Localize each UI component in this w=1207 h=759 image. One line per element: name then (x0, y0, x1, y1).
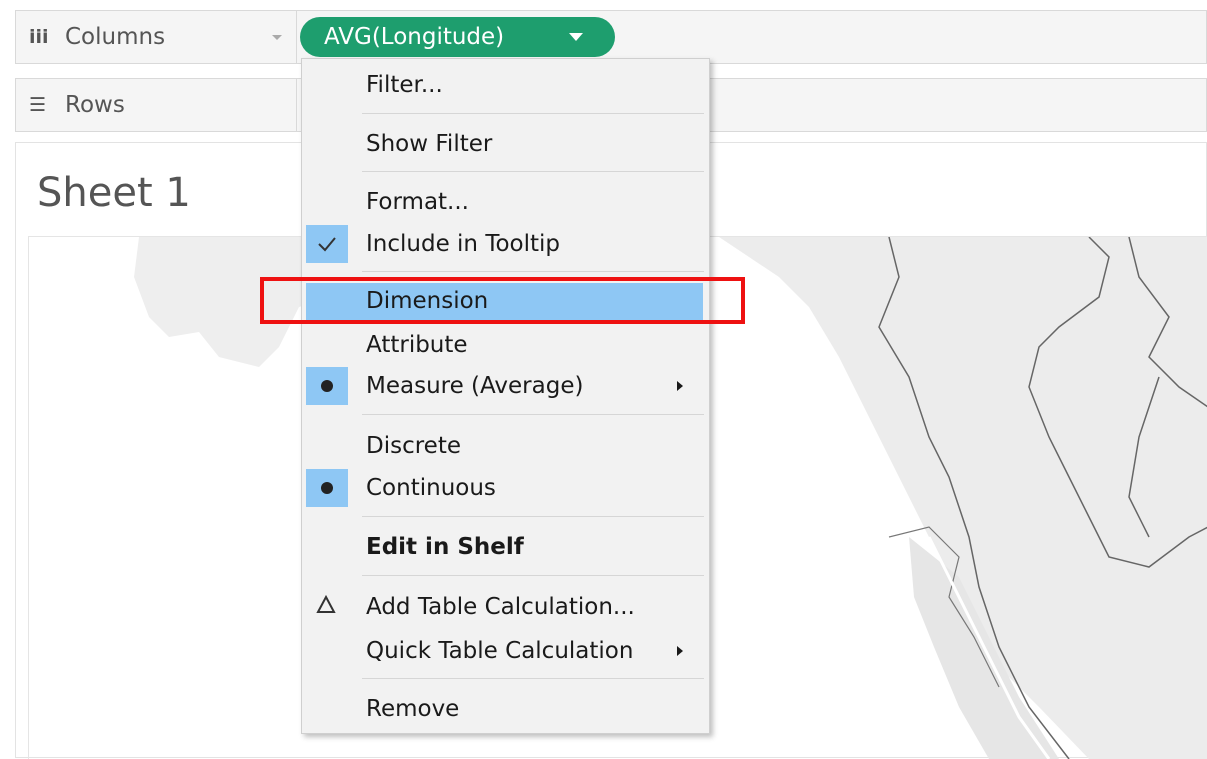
menu-item-quick-table-calculation[interactable]: Quick Table Calculation (302, 631, 709, 671)
rows-shelf-label-area: ☰ Rows (16, 79, 297, 131)
menu-separator (362, 575, 704, 576)
menu-item-quick-table-calculation-label: Quick Table Calculation (366, 638, 634, 664)
menu-item-format-label: Format... (366, 189, 469, 215)
menu-item-add-table-calculation-label: Add Table Calculation... (366, 594, 635, 620)
menu-separator (362, 171, 704, 172)
rows-label: Rows (65, 92, 125, 118)
submenu-arrow-icon (677, 381, 683, 391)
menu-item-format[interactable]: Format... (302, 182, 709, 222)
menu-item-measure-average-label: Measure (Average) (366, 373, 584, 399)
radio-dot-icon (306, 469, 348, 507)
columns-label: Columns (65, 24, 166, 50)
menu-item-filter[interactable]: Filter... (302, 65, 709, 105)
menu-item-measure-average[interactable]: Measure (Average) (302, 366, 709, 406)
menu-item-show-filter[interactable]: Show Filter (302, 124, 709, 164)
menu-separator (362, 113, 704, 114)
menu-item-continuous-label: Continuous (366, 475, 496, 501)
menu-item-discrete-label: Discrete (366, 433, 461, 459)
menu-separator (362, 516, 704, 517)
menu-item-edit-in-shelf-label: Edit in Shelf (366, 534, 524, 560)
menu-item-show-filter-label: Show Filter (366, 131, 493, 157)
menu-item-continuous[interactable]: Continuous (302, 468, 709, 508)
menu-item-attribute[interactable]: Attribute (302, 325, 709, 365)
menu-item-attribute-label: Attribute (366, 332, 468, 358)
menu-item-add-table-calculation[interactable]: Add Table Calculation... (302, 587, 709, 627)
chevron-down-icon[interactable] (272, 35, 282, 40)
menu-item-remove[interactable]: Remove (302, 689, 709, 729)
submenu-arrow-icon (677, 646, 683, 656)
delta-icon (316, 594, 336, 619)
caret-down-icon[interactable] (569, 33, 583, 41)
pill-context-menu: Filter... Show Filter Format... Include … (301, 58, 710, 734)
menu-item-filter-label: Filter... (366, 72, 443, 98)
menu-separator (362, 414, 704, 415)
columns-icon: iii (29, 25, 49, 48)
map-land-west (134, 237, 329, 367)
sheet-title: Sheet 1 (37, 170, 191, 216)
menu-item-edit-in-shelf[interactable]: Edit in Shelf (302, 527, 709, 567)
menu-separator (362, 271, 704, 272)
checkmark-icon (306, 225, 348, 263)
menu-item-include-in-tooltip[interactable]: Include in Tooltip (302, 224, 709, 264)
menu-item-remove-label: Remove (366, 696, 460, 722)
avg-longitude-pill[interactable]: AVG(Longitude) (300, 17, 615, 57)
columns-shelf-label-area: iii Columns (16, 11, 297, 63)
pill-label: AVG(Longitude) (324, 24, 505, 50)
menu-item-include-in-tooltip-label: Include in Tooltip (366, 231, 560, 257)
menu-item-discrete[interactable]: Discrete (302, 426, 709, 466)
menu-item-dimension[interactable]: Dimension (302, 281, 709, 321)
menu-item-dimension-label: Dimension (366, 288, 489, 314)
rows-icon: ☰ (29, 93, 47, 116)
radio-dot-icon (306, 367, 348, 405)
menu-separator (362, 678, 704, 679)
